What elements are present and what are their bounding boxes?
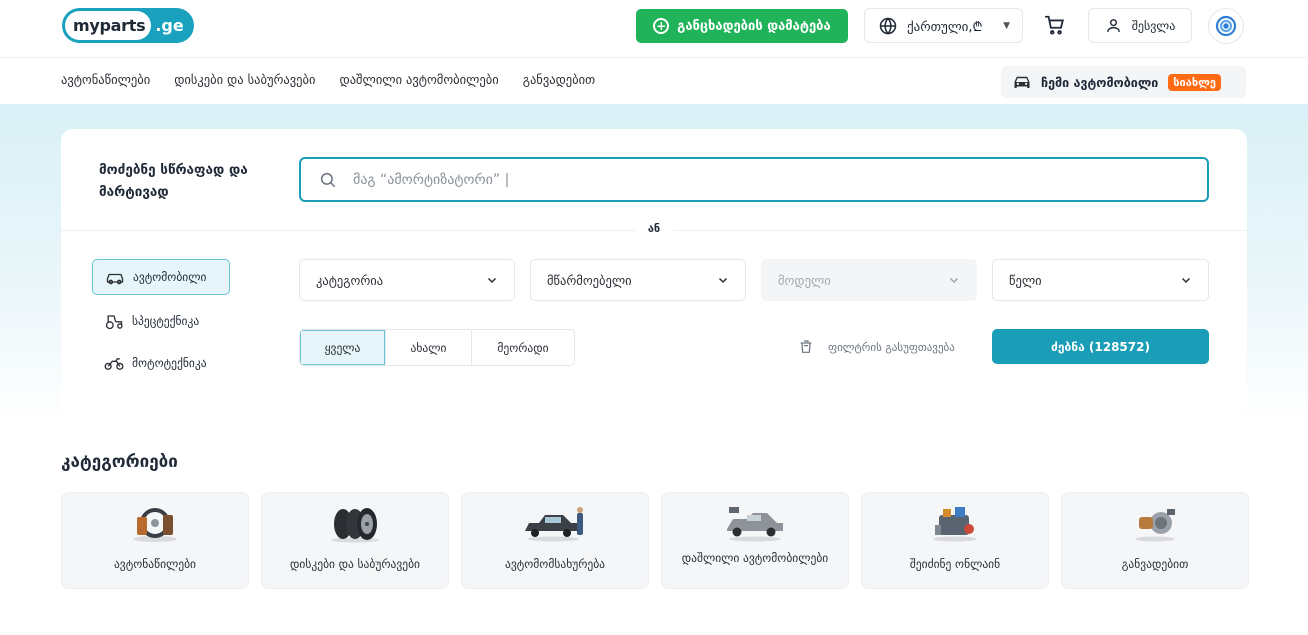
- vehicle-type-moto[interactable]: მოტოტექნიკა: [92, 355, 207, 371]
- new-badge: სიახლე: [1168, 73, 1222, 91]
- vehicle-type-car[interactable]: ავტომობილი: [92, 259, 230, 295]
- nav-links: ავტონაწილები დისკები და საბურავები დაშლი…: [61, 72, 595, 87]
- search-button[interactable]: ძებნა (128572): [992, 329, 1209, 364]
- search-placeholder: მაგ “ამორტიზატორი” |: [353, 171, 510, 188]
- my-car-button[interactable]: ჩემი ავტომობილი სიახლე: [1001, 66, 1246, 98]
- engine-parts-image-icon: [933, 507, 977, 542]
- language-selector[interactable]: ქართული,₾ ▼: [864, 8, 1023, 43]
- search-input[interactable]: მაგ “ამორტიზატორი” |: [299, 157, 1209, 202]
- logo-text: myparts: [65, 11, 152, 40]
- tires-image-icon: [331, 508, 379, 543]
- myparts-logo[interactable]: myparts .ge: [62, 8, 194, 43]
- vehicle-type-label: მოტოტექნიკა: [132, 356, 207, 370]
- motorcycle-icon: [104, 358, 124, 370]
- chevron-down-icon: [949, 277, 959, 284]
- year-select-value: წელი: [1009, 272, 1042, 288]
- categories-title: კატეგორიები: [61, 452, 178, 472]
- clear-filters-label: ფილტრის გასუფთავება: [828, 340, 955, 354]
- logo-domain: .ge: [155, 16, 184, 35]
- category-card-auto-parts[interactable]: ავტონაწილები: [61, 492, 249, 589]
- categories-list: ავტონაწილები დისკები და საბურავები ავტომ…: [61, 492, 1249, 589]
- car-icon: [1014, 76, 1030, 88]
- add-listing-button[interactable]: + განცხადების დამატება: [636, 9, 848, 43]
- category-label: განვადებით: [1121, 557, 1189, 571]
- nav-item-auto-parts[interactable]: ავტონაწილები: [61, 72, 150, 87]
- cart-icon[interactable]: [1044, 14, 1066, 36]
- vehicle-type-label: სპეცტექნიკა: [132, 314, 200, 328]
- search-title: მოძებნე სწრაფად და მარტივად: [99, 162, 248, 200]
- turbo-image-icon: [1135, 509, 1175, 542]
- trash-icon: [800, 340, 812, 353]
- category-select-value: კატეგორია: [316, 272, 384, 288]
- car-icon: [106, 273, 124, 285]
- spiral-logo-icon: [1215, 15, 1237, 37]
- auto-parts-image-icon: [133, 508, 177, 542]
- vehicle-type-special[interactable]: სპეცტექნიკა: [92, 312, 199, 330]
- car-service-image-icon: [525, 507, 583, 542]
- vehicle-type-label: ავტომობილი: [133, 270, 207, 284]
- category-card-dismantled-cars[interactable]: დაშლილი ავტომობილები: [661, 492, 849, 589]
- category-card-car-service[interactable]: ავტომომსახურება: [461, 492, 649, 589]
- category-label: დისკები და საბურავები: [290, 557, 420, 571]
- language-label: ქართული,₾: [907, 19, 983, 35]
- category-label: ავტონაწილები: [113, 557, 197, 571]
- category-label: დაშლილი ავტომობილები: [681, 551, 829, 565]
- nav-item-dismantled-cars[interactable]: დაშლილი ავტომობილები: [339, 72, 498, 87]
- condition-tabs: ყველა ახალი მეორადი: [299, 329, 575, 366]
- plus-icon: +: [653, 18, 670, 34]
- search-card: მოძებნე სწრაფად და მარტივად მაგ “ამორტიზ…: [61, 129, 1247, 414]
- globe-icon: [879, 17, 897, 35]
- manufacturer-select-value: მწარმოებელი: [547, 272, 632, 288]
- my-car-label: ჩემი ავტომობილი: [1041, 74, 1159, 90]
- category-card-buy-online[interactable]: შეიძინე ონლაინ: [861, 492, 1049, 589]
- nav-item-installments[interactable]: განვადებით: [523, 72, 595, 87]
- tractor-icon: [105, 315, 123, 330]
- login-label: შესვლა: [1131, 18, 1176, 33]
- category-select[interactable]: კატეგორია: [299, 259, 515, 301]
- top-header: myparts .ge + განცხადების დამატება ქართუ…: [0, 0, 1308, 58]
- year-select[interactable]: წელი: [992, 259, 1209, 301]
- model-select[interactable]: მოდელი: [761, 259, 977, 301]
- add-listing-label: განცხადების დამატება: [677, 18, 831, 34]
- chevron-down-icon: [1181, 277, 1191, 284]
- manufacturer-select[interactable]: მწარმოებელი: [530, 259, 746, 301]
- login-button[interactable]: შესვლა: [1088, 8, 1192, 43]
- category-label: შეიძინე ონლაინ: [909, 557, 1001, 571]
- search-icon: [320, 172, 336, 187]
- partner-logo-button[interactable]: [1208, 8, 1244, 44]
- tab-used[interactable]: მეორადი: [472, 330, 574, 365]
- tab-all[interactable]: ყველა: [300, 330, 386, 365]
- user-icon: [1106, 19, 1120, 32]
- main-nav: ავტონაწილები დისკები და საბურავები დაშლი…: [0, 58, 1308, 104]
- or-label: ან: [635, 222, 673, 235]
- clear-filters-button[interactable]: ფილტრის გასუფთავება: [798, 339, 955, 355]
- tab-new[interactable]: ახალი: [386, 330, 472, 365]
- chevron-down-icon: ▼: [1003, 20, 1010, 31]
- dismantled-car-image-icon: [727, 507, 783, 542]
- model-select-value: მოდელი: [778, 272, 831, 288]
- category-label: ავტომომსახურება: [504, 557, 605, 571]
- chevron-down-icon: [718, 277, 728, 284]
- category-card-installments[interactable]: განვადებით: [1061, 492, 1249, 589]
- category-card-wheels-tires[interactable]: დისკები და საბურავები: [261, 492, 449, 589]
- chevron-down-icon: [487, 277, 497, 284]
- nav-item-wheels-tires[interactable]: დისკები და საბურავები: [174, 72, 315, 87]
